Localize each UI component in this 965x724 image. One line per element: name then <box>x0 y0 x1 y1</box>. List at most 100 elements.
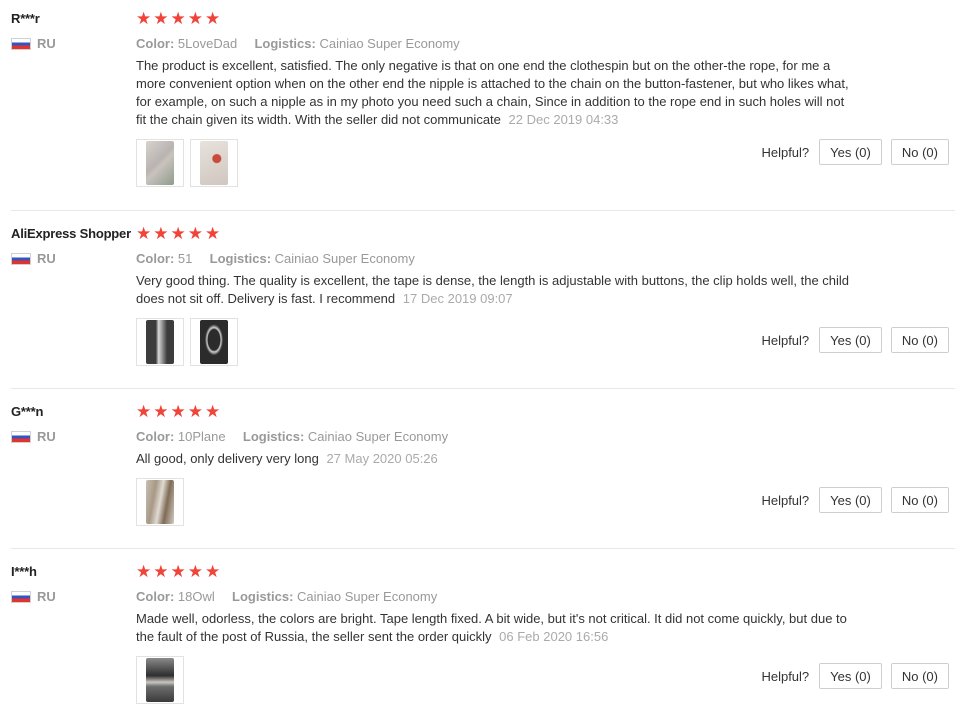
order-meta: Color: 51 Logistics: Cainiao Super Econo… <box>136 251 955 266</box>
review-list: R***r RU ★ ★ ★ ★ ★ Color: 5LoveDad Logis… <box>0 0 965 724</box>
star-icon: ★ <box>153 224 169 243</box>
star-icon: ★ <box>136 402 152 421</box>
russia-flag-icon <box>11 590 31 603</box>
helpful-no-button[interactable]: No (0) <box>890 487 949 513</box>
star-icon: ★ <box>136 562 152 581</box>
review-item: G***n RU ★ ★ ★ ★ ★ Color: 10Plane Logist… <box>11 389 955 549</box>
logistics-label: Logistics: <box>242 429 305 444</box>
helpful-no-button[interactable]: No (0) <box>890 663 949 689</box>
country-code: RU <box>37 429 56 444</box>
country-code: RU <box>37 251 56 266</box>
review-date: 17 Dec 2019 09:07 <box>402 291 513 306</box>
helpful-voting: Helpful? Yes (0) No (0) <box>761 487 949 513</box>
star-icon: ★ <box>170 224 186 243</box>
star-icon: ★ <box>136 224 152 243</box>
reviewer-country: RU <box>11 36 136 51</box>
logistics-value: Cainiao Super Economy <box>274 251 415 266</box>
star-icon: ★ <box>170 9 186 28</box>
star-icon: ★ <box>153 9 169 28</box>
color-value: 10Plane <box>177 429 226 444</box>
logistics-value: Cainiao Super Economy <box>307 429 449 444</box>
star-rating: ★ ★ ★ ★ ★ <box>136 10 955 28</box>
color-label: Color: <box>136 429 175 444</box>
review-item: R***r RU ★ ★ ★ ★ ★ Color: 5LoveDad Logis… <box>11 0 955 211</box>
reviewer-info: I***h RU <box>11 563 136 604</box>
reviewer-country: RU <box>11 429 136 444</box>
logistics-label: Logistics: <box>209 251 272 266</box>
review-date: 22 Dec 2019 04:33 <box>508 112 619 127</box>
helpful-voting: Helpful? Yes (0) No (0) <box>761 663 949 689</box>
helpful-yes-button[interactable]: Yes (0) <box>819 327 882 353</box>
reviewer-country: RU <box>11 251 136 266</box>
logistics-label: Logistics: <box>254 36 316 51</box>
review-date: 27 May 2020 05:26 <box>326 451 438 466</box>
star-icon: ★ <box>187 9 203 28</box>
reviewer-name: I***h <box>11 564 37 579</box>
helpful-label: Helpful? <box>761 144 810 160</box>
photo-thumbnail[interactable] <box>190 139 238 187</box>
country-code: RU <box>37 589 56 604</box>
color-value: 51 <box>177 251 193 266</box>
star-icon: ★ <box>153 402 169 421</box>
helpful-label: Helpful? <box>761 492 810 508</box>
color-label: Color: <box>136 36 175 51</box>
reviewer-info: G***n RU <box>11 403 136 444</box>
logistics-label: Logistics: <box>232 589 294 604</box>
review-text: The product is excellent, satisfied. The… <box>136 57 856 129</box>
star-rating: ★ ★ ★ ★ ★ <box>136 403 955 421</box>
logistics-value: Cainiao Super Economy <box>319 36 460 51</box>
star-icon: ★ <box>187 402 203 421</box>
russia-flag-icon <box>11 430 31 443</box>
reviewer-name: G***n <box>11 404 44 419</box>
star-icon: ★ <box>170 402 186 421</box>
photo-thumbnail[interactable] <box>136 318 184 366</box>
helpful-yes-button[interactable]: Yes (0) <box>819 139 882 165</box>
logistics-value: Cainiao Super Economy <box>297 589 438 604</box>
russia-flag-icon <box>11 37 31 50</box>
review-text: All good, only delivery very long 27 May… <box>136 450 856 468</box>
photo-thumbnail[interactable] <box>136 139 184 187</box>
review-item: AliExpress Shopper RU ★ ★ ★ ★ ★ Color: 5… <box>11 211 955 389</box>
helpful-label: Helpful? <box>761 332 810 348</box>
photo-thumbnail[interactable] <box>190 318 238 366</box>
helpful-voting: Helpful? Yes (0) No (0) <box>761 327 949 353</box>
star-icon: ★ <box>170 562 186 581</box>
reviewer-name: AliExpress Shopper <box>11 226 131 241</box>
helpful-voting: Helpful? Yes (0) No (0) <box>761 139 949 165</box>
order-meta: Color: 5LoveDad Logistics: Cainiao Super… <box>136 36 955 51</box>
star-rating: ★ ★ ★ ★ ★ <box>136 225 955 243</box>
color-label: Color: <box>136 589 175 604</box>
star-icon: ★ <box>187 562 203 581</box>
reviewer-country: RU <box>11 589 136 604</box>
star-icon: ★ <box>205 9 221 28</box>
review-item: I***h RU ★ ★ ★ ★ ★ Color: 18Owl Logistic… <box>11 549 955 724</box>
review-text: Very good thing. The quality is excellen… <box>136 272 856 308</box>
review-content: The product is excellent, satisfied. The… <box>136 58 849 127</box>
reviewer-name: R***r <box>11 11 40 26</box>
star-icon: ★ <box>136 9 152 28</box>
order-meta: Color: 10Plane Logistics: Cainiao Super … <box>136 429 955 444</box>
reviewer-info: R***r RU <box>11 10 136 51</box>
review-content: Made well, odorless, the colors are brig… <box>136 611 847 644</box>
photo-thumbnail[interactable] <box>136 656 184 704</box>
review-date: 06 Feb 2020 16:56 <box>499 629 609 644</box>
star-rating: ★ ★ ★ ★ ★ <box>136 563 955 581</box>
star-icon: ★ <box>205 224 221 243</box>
color-value: 18Owl <box>177 589 215 604</box>
star-icon: ★ <box>205 402 221 421</box>
country-code: RU <box>37 36 56 51</box>
star-icon: ★ <box>187 224 203 243</box>
review-content: All good, only delivery very long <box>136 451 319 466</box>
helpful-no-button[interactable]: No (0) <box>890 139 949 165</box>
color-value: 5LoveDad <box>177 36 238 51</box>
helpful-yes-button[interactable]: Yes (0) <box>819 487 882 513</box>
reviewer-info: AliExpress Shopper RU <box>11 225 136 266</box>
helpful-yes-button[interactable]: Yes (0) <box>819 663 882 689</box>
helpful-no-button[interactable]: No (0) <box>890 327 949 353</box>
star-icon: ★ <box>153 562 169 581</box>
review-text: Made well, odorless, the colors are brig… <box>136 610 856 646</box>
photo-thumbnail[interactable] <box>136 478 184 526</box>
color-label: Color: <box>136 251 175 266</box>
helpful-label: Helpful? <box>761 668 810 684</box>
order-meta: Color: 18Owl Logistics: Cainiao Super Ec… <box>136 589 955 604</box>
